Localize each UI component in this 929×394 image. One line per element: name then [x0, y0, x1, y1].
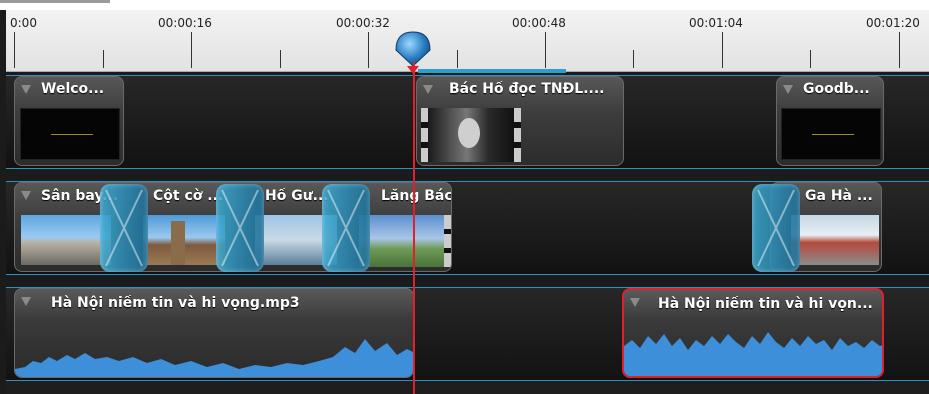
photo-san-bay	[21, 215, 111, 265]
collapse-triangle-icon[interactable]	[21, 85, 31, 94]
film-thumbnail-lang-bac	[359, 215, 451, 267]
ruler-tick	[722, 32, 723, 68]
transition-icon[interactable]	[216, 184, 264, 272]
time-label-0: 0:00	[10, 16, 37, 30]
ruler-tick	[633, 50, 634, 68]
clip-bac-ho[interactable]: Bác Hồ đọc TNĐL....	[416, 76, 624, 166]
clip-title-ho-guom: Hồ Gư...	[265, 188, 329, 204]
window-top-bar	[0, 0, 929, 10]
ruler-tick	[368, 32, 369, 68]
audio-waveform	[15, 339, 413, 377]
clip-title: Bác Hồ đọc TNĐL....	[449, 81, 605, 97]
collapse-triangle-icon[interactable]	[21, 297, 31, 306]
timeline-ruler[interactable]: 0:00 00:00:16 00:00:32 00:00:48 00:01:04…	[6, 10, 929, 72]
photo-cot-co	[143, 215, 225, 265]
playhead-line[interactable]	[413, 62, 415, 394]
ruler-tick	[457, 50, 458, 68]
ruler-tick	[545, 32, 546, 68]
transition-icon[interactable]	[100, 184, 148, 272]
photo-ga-ha-noi	[791, 215, 879, 265]
film-thumbnail	[421, 108, 521, 162]
clip-title-cot-co: Cột cờ ...	[153, 188, 224, 204]
collapse-triangle-icon[interactable]	[423, 85, 433, 94]
transition-icon[interactable]	[322, 184, 370, 272]
ruler-tick	[280, 50, 281, 68]
clip-welcome[interactable]: Welco...	[14, 76, 124, 166]
timeline-bottom	[6, 381, 929, 394]
time-label-1: 00:00:16	[158, 16, 212, 30]
ruler-tick	[103, 50, 104, 68]
collapse-triangle-icon[interactable]	[783, 85, 793, 94]
ruler-tick	[191, 32, 192, 68]
clip-title-ga-ha-noi: Ga Hà ...	[805, 188, 873, 204]
clip-thumbnail	[781, 108, 881, 160]
clip-thumbnail	[20, 108, 120, 160]
photo-lang-bac	[359, 215, 444, 267]
audio-clip-1[interactable]: Hà Nội niềm tin và hi vọng.mp3	[14, 288, 414, 378]
scene-image	[428, 108, 514, 162]
time-label-2: 00:00:32	[336, 16, 390, 30]
clip-title-lang-bac: Lăng Bác.mp4	[381, 188, 452, 204]
clip-goodbye[interactable]: Goodb...	[776, 76, 884, 166]
ruler-tick	[810, 50, 811, 68]
clip-title: Hà Nội niềm tin và hi vọng.mp3	[51, 295, 300, 311]
time-label-3: 00:00:48	[512, 16, 566, 30]
clip-title: Welco...	[41, 81, 105, 97]
audio-waveform	[624, 332, 882, 376]
clip-title: Goodb...	[803, 81, 870, 97]
collapse-triangle-icon[interactable]	[630, 298, 640, 307]
ruler-tick	[899, 32, 900, 68]
clip-title: Hà Nội niềm tin và hi vọn...	[658, 296, 873, 312]
ruler-tick	[14, 32, 15, 68]
selection-range-bar	[418, 69, 566, 73]
time-label-5: 00:01:20	[866, 16, 920, 30]
transition-icon[interactable]	[752, 184, 800, 272]
collapse-triangle-icon[interactable]	[21, 191, 31, 200]
audio-clip-2[interactable]: Hà Nội niềm tin và hi vọn...	[622, 288, 884, 378]
window-top-mark	[0, 0, 110, 3]
time-label-4: 00:01:04	[689, 16, 743, 30]
